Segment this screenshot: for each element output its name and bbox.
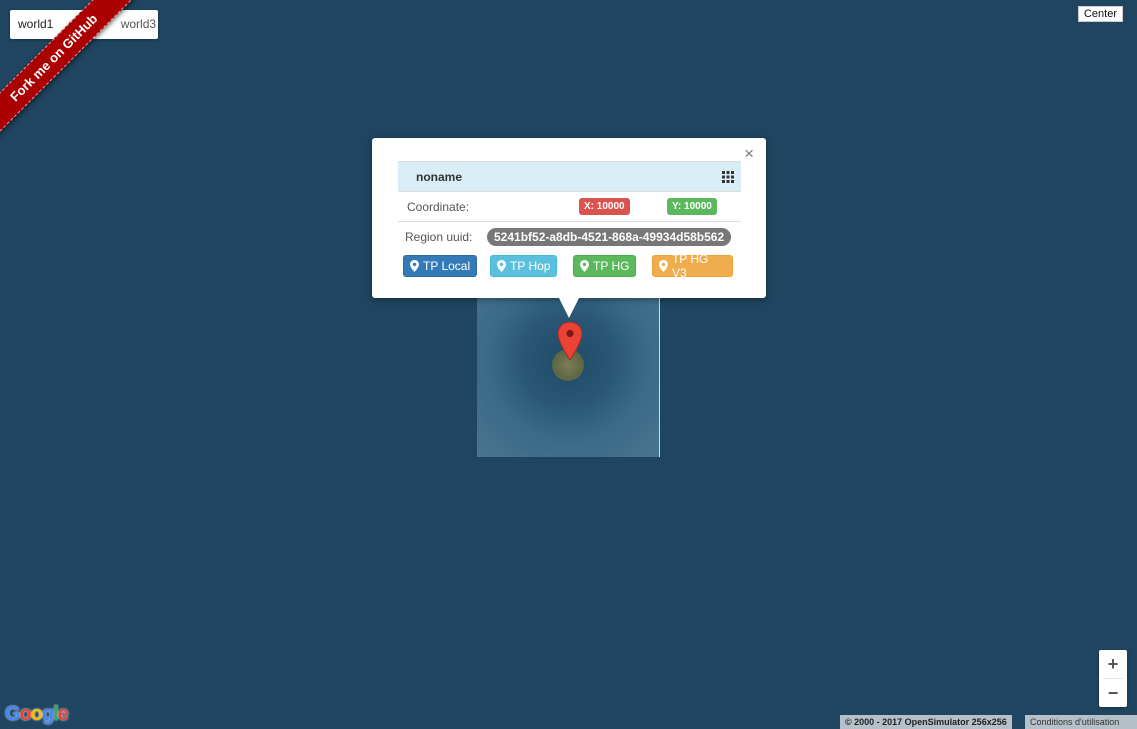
uuid-badge: 5241bf52-a8db-4521-868a-49934d58b562 [487,227,732,246]
tp-hg-label: TP HG [593,259,630,273]
tab-world3[interactable]: world3 [113,10,164,39]
uuid-row: Region uuid: 5241bf52-a8db-4521-868a-499… [398,221,741,251]
map-copyright: © 2000 - 2017 OpenSimulator 256x256 [840,715,1012,729]
tp-local-label: TP Local [423,259,471,273]
uuid-label: Region uuid: [405,229,473,244]
google-logo: Google [5,703,69,726]
y-coordinate-badge: Y: 10000 [667,198,717,215]
google-logo-letter: o [19,703,32,725]
zoom-in-button[interactable]: + [1099,650,1127,678]
map-marker-icon[interactable] [558,322,582,360]
region-map-tile[interactable] [477,296,660,457]
tp-hop-button[interactable]: TP Hop [490,255,558,277]
terms-of-use-link[interactable]: Conditions d'utilisation [1025,715,1137,729]
coordinate-row: Coordinate: X: 10000 Y: 10000 [398,191,741,221]
region-name: noname [416,169,463,184]
x-coordinate-badge: X: 10000 [579,198,630,215]
map-marker-icon [497,260,506,272]
google-logo-letter: e [57,703,69,725]
map-marker-icon [410,260,419,272]
google-logo-letter: G [5,703,21,725]
teleport-buttons: TP Local TP Hop TP HG TP HG V3 [403,252,733,280]
close-icon[interactable]: × [744,144,754,164]
google-logo-letter: o [30,703,43,725]
google-logo-letter: g [42,703,54,725]
center-button[interactable]: Center [1077,6,1123,22]
grid-icon[interactable] [722,171,734,183]
tab-world1[interactable]: world1 [10,10,61,39]
region-info-popup: × noname Coordinate: X: 10000 Y: 10000 R… [372,138,766,318]
region-header-row: noname [398,161,741,191]
tp-hop-label: TP Hop [510,259,551,273]
tp-hg-v3-button[interactable]: TP HG V3 [652,252,733,280]
map-marker-icon [580,260,589,272]
coordinate-label: Coordinate: [407,199,470,214]
zoom-out-button[interactable]: − [1099,679,1127,707]
zoom-control: + − [1099,650,1127,707]
tp-hg-button[interactable]: TP HG [573,255,637,277]
region-info-table: noname Coordinate: X: 10000 Y: 10000 Reg… [398,161,741,251]
map-marker-icon [659,260,668,272]
tp-hg-v3-label: TP HG V3 [671,252,709,280]
tp-local-button[interactable]: TP Local [403,255,478,277]
